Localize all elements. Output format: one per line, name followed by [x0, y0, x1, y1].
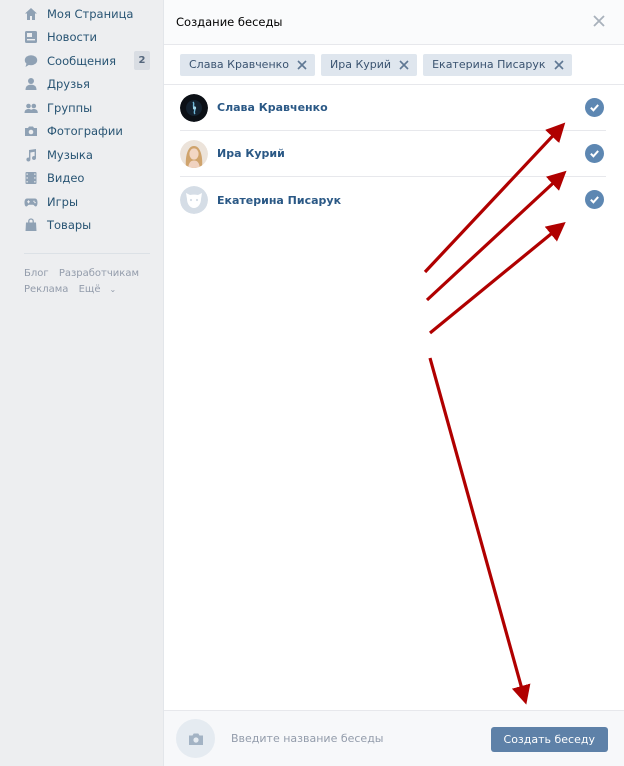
sidebar-footer-links: Блог Разработчикам Реклама Ещё ⌄ [0, 254, 163, 298]
close-icon [399, 59, 409, 70]
close-button[interactable] [592, 14, 606, 28]
member-chip-label: Слава Кравченко [189, 58, 290, 71]
checkmark-icon [590, 104, 599, 112]
selected-check[interactable] [585, 144, 604, 163]
dialog-title: Создание беседы [176, 15, 283, 29]
remove-member-button[interactable] [297, 59, 307, 70]
chevron-down-icon: ⌄ [109, 285, 117, 294]
friend-row[interactable]: Ира Курий [180, 131, 606, 177]
unread-badge: 2 [134, 51, 150, 70]
messages-icon [24, 54, 38, 68]
sidebar-item-label: Музыка [47, 147, 93, 162]
dialog-header: Создание беседы [164, 0, 624, 45]
music-icon [24, 148, 38, 162]
sidebar-item-messages[interactable]: Сообщения 2 [0, 49, 163, 73]
sidebar-item-video[interactable]: Видео [0, 167, 163, 191]
footer-link-more[interactable]: Ещё ⌄ [79, 284, 124, 295]
member-chip-label: Екатерина Писарук [432, 58, 546, 71]
home-icon [24, 7, 38, 21]
left-sidebar: Моя Страница Новости Сообщения 2 Друзья [0, 0, 163, 766]
friends-list: Слава Кравченко Ира Курий Екатерина Писа… [164, 85, 624, 223]
friend-row[interactable]: Слава Кравченко [180, 85, 606, 131]
chat-photo-button[interactable] [176, 719, 215, 758]
close-icon [553, 59, 564, 70]
sidebar-item-label: Видео [47, 171, 85, 186]
member-chip-label: Ира Курий [330, 58, 392, 71]
friend-row[interactable]: Екатерина Писарук [180, 177, 606, 223]
main-nav: Моя Страница Новости Сообщения 2 Друзья [0, 0, 163, 237]
member-chip: Ира Курий [321, 53, 418, 76]
gamepad-icon [24, 195, 38, 209]
chat-name-input[interactable] [231, 732, 481, 745]
footer-link-blog[interactable]: Блог [24, 268, 49, 279]
selected-check[interactable] [585, 190, 604, 209]
video-icon [24, 171, 38, 185]
sidebar-item-my-page[interactable]: Моя Страница [0, 2, 163, 26]
camera-icon [188, 733, 203, 745]
groups-icon [24, 101, 38, 115]
dialog-footer: Создать беседу [164, 710, 624, 766]
sidebar-item-groups[interactable]: Группы [0, 96, 163, 120]
sidebar-item-label: Друзья [47, 77, 90, 92]
sidebar-item-goods[interactable]: Товары [0, 214, 163, 238]
checkmark-icon [590, 196, 599, 204]
selected-check[interactable] [585, 98, 604, 117]
friend-name: Екатерина Писарук [217, 193, 342, 207]
member-chip: Слава Кравченко [180, 53, 316, 76]
camera-icon [24, 124, 38, 138]
friends-icon [24, 77, 38, 91]
sidebar-item-photos[interactable]: Фотографии [0, 120, 163, 144]
avatar [180, 186, 208, 214]
create-chat-button[interactable]: Создать беседу [490, 727, 608, 752]
footer-link-ads[interactable]: Реклама [24, 284, 68, 295]
member-chip: Екатерина Писарук [423, 53, 572, 76]
friend-name: Ира Курий [217, 147, 285, 160]
selected-members: Слава Кравченко Ира Курий Екатерина Писа… [164, 45, 624, 85]
sidebar-item-music[interactable]: Музыка [0, 143, 163, 167]
news-icon [24, 30, 38, 44]
shopping-bag-icon [24, 218, 38, 232]
avatar [180, 139, 208, 168]
sidebar-item-label: Фотографии [47, 124, 123, 139]
avatar [180, 93, 208, 122]
sidebar-item-label: Игры [47, 194, 79, 209]
footer-link-more-label: Ещё [78, 284, 101, 295]
friend-name: Слава Кравченко [217, 101, 328, 114]
sidebar-item-label: Моя Страница [47, 6, 134, 21]
sidebar-item-label: Сообщения [47, 53, 117, 68]
footer-link-developers[interactable]: Разработчикам [59, 268, 139, 279]
sidebar-item-friends[interactable]: Друзья [0, 73, 163, 97]
create-chat-dialog: Создание беседы Слава Кравченко Ира Кури… [163, 0, 624, 766]
sidebar-item-label: Группы [47, 100, 93, 115]
sidebar-item-label: Новости [47, 30, 97, 45]
close-icon [297, 59, 307, 70]
remove-member-button[interactable] [553, 59, 564, 70]
sidebar-item-games[interactable]: Игры [0, 190, 163, 214]
sidebar-item-news[interactable]: Новости [0, 26, 163, 50]
remove-member-button[interactable] [399, 59, 409, 70]
checkmark-icon [590, 150, 599, 158]
sidebar-item-label: Товары [47, 218, 92, 233]
close-icon [593, 15, 605, 27]
